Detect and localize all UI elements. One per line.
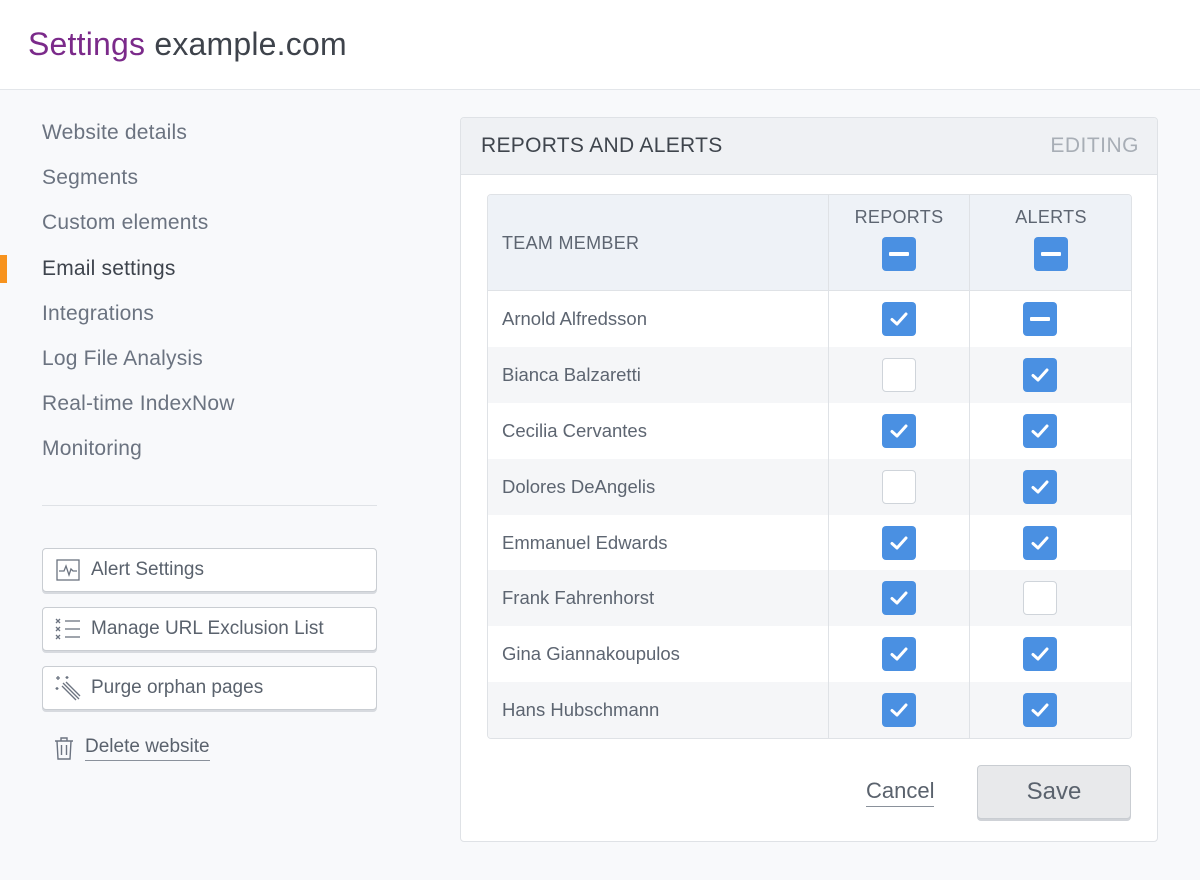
page-title: Settings example.com: [28, 26, 347, 63]
check-icon: [890, 703, 908, 717]
table-row: Frank Fahrenhorst: [488, 570, 1131, 627]
manage-url-exclusion-label: Manage URL Exclusion List: [91, 618, 324, 639]
alert-settings-button[interactable]: Alert Settings: [42, 548, 377, 592]
table-row: Bianca Balzaretti: [488, 346, 1131, 403]
alert-settings-label: Alert Settings: [91, 559, 204, 580]
alerts-select-all-checkbox[interactable]: [1034, 237, 1068, 271]
check-icon: [890, 536, 908, 550]
table-row: Dolores DeAngelis: [488, 458, 1131, 515]
purge-orphan-pages-label: Purge orphan pages: [91, 677, 264, 698]
sidebar-item-segments[interactable]: Segments: [0, 155, 400, 200]
pulse-chart-icon: [55, 557, 81, 583]
sidebar-item-integrations[interactable]: Integrations: [0, 291, 400, 336]
column-header-alerts: ALERTS: [970, 207, 1131, 271]
member-name: Dolores DeAngelis: [502, 475, 656, 497]
sidebar-item-monitoring[interactable]: Monitoring: [0, 426, 400, 471]
table-row: Hans Hubschmann: [488, 682, 1131, 738]
sidebar-divider: [42, 505, 377, 506]
team-member-table: TEAM MEMBER REPORTS ALERTS Arnold Alfred…: [487, 194, 1132, 739]
sidebar-nav: Website details Segments Custom elements…: [0, 110, 400, 472]
check-icon: [890, 424, 908, 438]
panel-header: REPORTS AND ALERTS EDITING: [461, 118, 1157, 175]
reports-checkbox[interactable]: [882, 525, 916, 560]
sidebar-item-log-file-analysis[interactable]: Log File Analysis: [0, 336, 400, 381]
page-title-site: example.com: [154, 26, 347, 62]
reports-checkbox[interactable]: [882, 581, 916, 616]
check-icon: [890, 591, 908, 605]
member-name: Emmanuel Edwards: [502, 531, 668, 553]
sidebar-item-email-settings[interactable]: Email settings: [0, 246, 400, 291]
member-name: Gina Giannakoupulos: [502, 643, 680, 665]
sidebar-item-website-details[interactable]: Website details: [0, 110, 400, 155]
exclusion-list-icon: [55, 616, 81, 642]
reports-checkbox[interactable]: [882, 693, 916, 728]
reports-checkbox[interactable]: [882, 357, 916, 392]
magic-wand-icon: [55, 675, 81, 701]
check-icon: [1031, 480, 1049, 494]
check-icon: [890, 647, 908, 661]
column-divider: [828, 195, 829, 738]
cancel-button[interactable]: Cancel: [866, 778, 935, 807]
column-header-team-member: TEAM MEMBER: [502, 233, 640, 253]
sidebar-item-custom-elements[interactable]: Custom elements: [0, 200, 400, 245]
table-row: Cecilia Cervantes: [488, 403, 1131, 459]
reports-checkbox[interactable]: [882, 469, 916, 504]
trash-icon: [54, 735, 74, 761]
minus-icon: [889, 252, 909, 256]
reports-checkbox[interactable]: [882, 413, 916, 448]
table-row: Gina Giannakoupulos: [488, 626, 1131, 682]
minus-icon: [1030, 317, 1050, 321]
column-header-reports-label: REPORTS: [854, 207, 944, 227]
member-name: Hans Hubschmann: [502, 699, 660, 721]
column-header-alerts-label: ALERTS: [1015, 207, 1087, 227]
delete-website-label: Delete website: [85, 736, 210, 761]
check-icon: [1031, 424, 1049, 438]
save-button[interactable]: Save: [977, 765, 1131, 819]
alerts-checkbox[interactable]: [1023, 302, 1057, 336]
alerts-checkbox[interactable]: [1023, 525, 1057, 560]
alerts-checkbox[interactable]: [1023, 357, 1057, 392]
check-icon: [890, 312, 908, 326]
column-header-reports: REPORTS: [829, 207, 969, 271]
sidebar-item-indexnow[interactable]: Real-time IndexNow: [0, 381, 400, 426]
alerts-checkbox[interactable]: [1023, 693, 1057, 728]
alerts-checkbox[interactable]: [1023, 637, 1057, 672]
check-icon: [1031, 703, 1049, 717]
top-bar: Settings example.com: [0, 0, 1200, 90]
table-row: Emmanuel Edwards: [488, 515, 1131, 571]
page-title-word: Settings: [28, 26, 146, 62]
member-name: Cecilia Cervantes: [502, 419, 647, 441]
manage-url-exclusion-button[interactable]: Manage URL Exclusion List: [42, 607, 377, 651]
reports-checkbox[interactable]: [882, 302, 916, 336]
minus-icon: [1041, 252, 1061, 256]
table-row: Arnold Alfredsson: [488, 291, 1131, 347]
alerts-checkbox[interactable]: [1023, 469, 1057, 504]
delete-website-link[interactable]: Delete website: [54, 735, 210, 761]
check-icon: [1031, 536, 1049, 550]
table-header: TEAM MEMBER REPORTS ALERTS: [488, 195, 1131, 291]
panel-status: EDITING: [1050, 134, 1139, 157]
check-icon: [1031, 647, 1049, 661]
alerts-checkbox[interactable]: [1023, 581, 1057, 616]
column-divider: [969, 195, 970, 738]
alerts-checkbox[interactable]: [1023, 413, 1057, 448]
reports-select-all-checkbox[interactable]: [882, 237, 916, 271]
member-name: Frank Fahrenhorst: [502, 587, 655, 609]
reports-alerts-panel: REPORTS AND ALERTS EDITING TEAM MEMBER R…: [460, 117, 1158, 842]
panel-title: REPORTS AND ALERTS: [481, 134, 723, 157]
check-icon: [1031, 368, 1049, 382]
reports-checkbox[interactable]: [882, 637, 916, 672]
table-body: Arnold Alfredsson Bianca Balzaretti Ceci…: [488, 291, 1131, 738]
purge-orphan-pages-button[interactable]: Purge orphan pages: [42, 666, 377, 710]
member-name: Arnold Alfredsson: [502, 308, 648, 329]
member-name: Bianca Balzaretti: [502, 363, 641, 385]
